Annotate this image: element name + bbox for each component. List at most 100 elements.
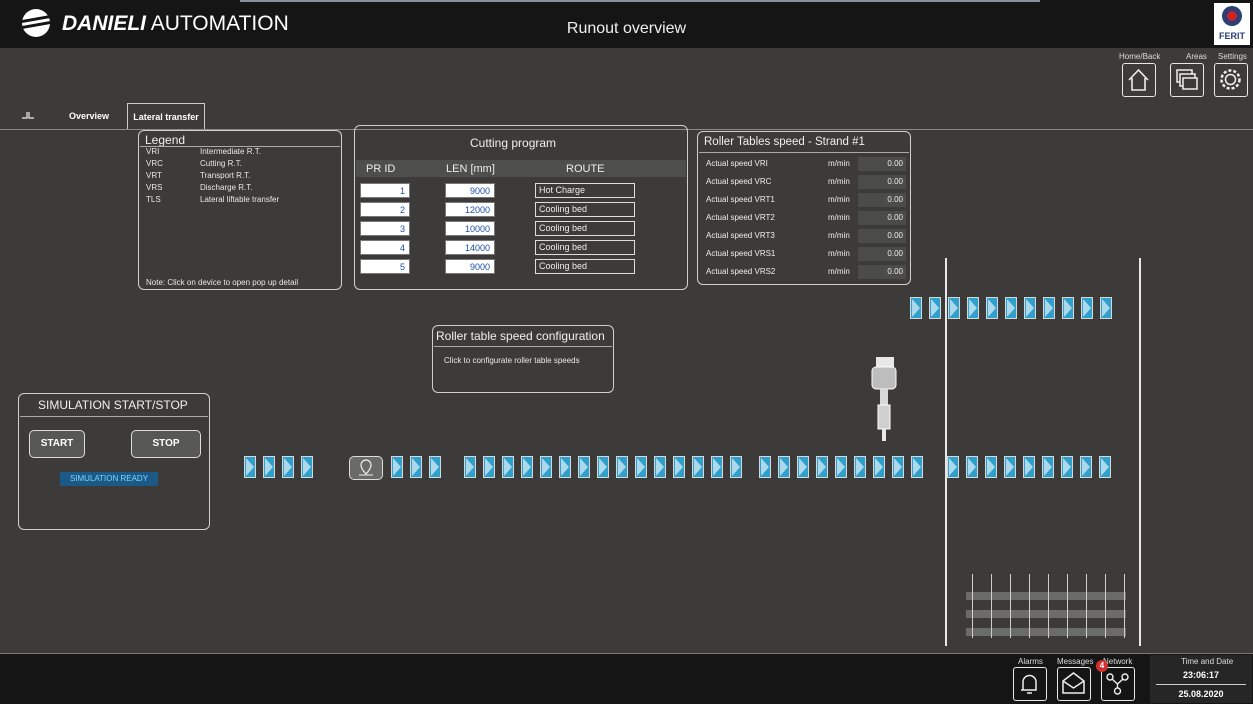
alarms-button[interactable]: [1013, 667, 1047, 701]
simulation-panel: [18, 393, 210, 530]
alarms-label: Alarms: [1018, 657, 1043, 666]
roller-segment[interactable]: [985, 456, 997, 478]
roller-segment[interactable]: [1100, 297, 1112, 319]
roller-segment[interactable]: [1005, 297, 1017, 319]
roller-segment[interactable]: [616, 456, 628, 478]
stop-button[interactable]: STOP: [131, 430, 201, 458]
bed-bar: [991, 574, 992, 638]
route-field[interactable]: Cooling bed: [535, 240, 635, 255]
tab-overview[interactable]: Overview: [52, 103, 126, 129]
pr-id-field[interactable]: 5: [360, 259, 410, 274]
roller-segment[interactable]: [1080, 456, 1092, 478]
roller-segment[interactable]: [597, 456, 609, 478]
route-field[interactable]: Cooling bed: [535, 259, 635, 274]
roller-segment[interactable]: [730, 456, 742, 478]
roller-segment[interactable]: [797, 456, 809, 478]
roller-segment[interactable]: [1099, 456, 1111, 478]
envelope-icon: [1062, 672, 1085, 694]
roller-segment[interactable]: [892, 456, 904, 478]
roller-segment[interactable]: [910, 297, 922, 319]
roller-segment[interactable]: [966, 456, 978, 478]
legend-desc: Intermediate R.T.: [200, 147, 261, 156]
legend-code: TLS: [146, 195, 161, 204]
bell-icon: [1021, 674, 1037, 694]
collapse-icon: [22, 112, 34, 119]
speed-unit: m/min: [828, 267, 850, 276]
roller-segment[interactable]: [502, 456, 514, 478]
tab-menu-toggle[interactable]: [8, 103, 48, 129]
roller-segment[interactable]: [692, 456, 704, 478]
speed-label: Actual speed VRS1: [706, 249, 776, 258]
roller-segment[interactable]: [244, 456, 256, 478]
home-button[interactable]: [1122, 63, 1156, 97]
roller-segment[interactable]: [1042, 456, 1054, 478]
legend-code: VRS: [146, 183, 163, 192]
route-field[interactable]: Cooling bed: [535, 221, 635, 236]
roller-segment[interactable]: [301, 456, 313, 478]
roller-segment[interactable]: [1023, 456, 1035, 478]
len-field[interactable]: 10000: [445, 221, 495, 236]
roller-segment[interactable]: [391, 456, 403, 478]
messages-button[interactable]: [1057, 667, 1091, 701]
roller-segment[interactable]: [410, 456, 422, 478]
pr-id-field[interactable]: 4: [360, 240, 410, 255]
roller-segment[interactable]: [464, 456, 476, 478]
roller-segment[interactable]: [559, 456, 571, 478]
roller-segment[interactable]: [483, 456, 495, 478]
len-field[interactable]: 9000: [445, 183, 495, 198]
roller-segment[interactable]: [759, 456, 771, 478]
roller-segment[interactable]: [429, 456, 441, 478]
roller-segment[interactable]: [282, 456, 294, 478]
network-button[interactable]: [1101, 667, 1135, 701]
len-field[interactable]: 9000: [445, 259, 495, 274]
roller-segment[interactable]: [967, 297, 979, 319]
roller-segment[interactable]: [540, 456, 552, 478]
route-field[interactable]: Cooling bed: [535, 202, 635, 217]
roller-segment[interactable]: [263, 456, 275, 478]
roller-segment[interactable]: [911, 456, 923, 478]
settings-label: Settings: [1218, 52, 1247, 61]
bed-bar: [1048, 574, 1049, 638]
pr-id-field[interactable]: 1: [360, 183, 410, 198]
settings-button[interactable]: [1214, 63, 1248, 97]
roller-config-title: Roller table speed configuration: [436, 329, 605, 343]
roller-segment[interactable]: [816, 456, 828, 478]
roller-segment[interactable]: [1061, 456, 1073, 478]
start-button[interactable]: START: [29, 430, 85, 458]
speed-label: Actual speed VRT1: [706, 195, 775, 204]
roller-segment[interactable]: [948, 297, 960, 319]
roller-segment[interactable]: [929, 297, 941, 319]
roller-segment[interactable]: [986, 297, 998, 319]
roller-segment[interactable]: [947, 456, 959, 478]
locate-button[interactable]: [349, 456, 383, 480]
roller-segment[interactable]: [711, 456, 723, 478]
roller-segment[interactable]: [778, 456, 790, 478]
roller-segment[interactable]: [635, 456, 647, 478]
roller-segment[interactable]: [673, 456, 685, 478]
gear-icon: [1220, 69, 1241, 90]
roller-segment[interactable]: [873, 456, 885, 478]
roller-segment[interactable]: [1081, 297, 1093, 319]
bed-bar: [1124, 574, 1125, 638]
roller-segment[interactable]: [521, 456, 533, 478]
route-field[interactable]: Hot Charge: [535, 183, 635, 198]
shear-device[interactable]: [870, 355, 900, 445]
pr-id-field[interactable]: 3: [360, 221, 410, 236]
roller-segment[interactable]: [1024, 297, 1036, 319]
roller-segment[interactable]: [654, 456, 666, 478]
roller-segment[interactable]: [1004, 456, 1016, 478]
areas-button[interactable]: [1170, 63, 1204, 97]
roller-segment[interactable]: [578, 456, 590, 478]
tab-lateral-transfer[interactable]: Lateral transfer: [127, 103, 205, 129]
len-field[interactable]: 12000: [445, 202, 495, 217]
messages-label: Messages: [1057, 657, 1094, 666]
roller-segment[interactable]: [1043, 297, 1055, 319]
roller-segment[interactable]: [835, 456, 847, 478]
roller-speed-rule: [699, 152, 909, 153]
pr-id-field[interactable]: 2: [360, 202, 410, 217]
speed-label: Actual speed VRT3: [706, 231, 775, 240]
bed-bar: [1105, 574, 1106, 638]
roller-segment[interactable]: [854, 456, 866, 478]
roller-segment[interactable]: [1062, 297, 1074, 319]
len-field[interactable]: 14000: [445, 240, 495, 255]
